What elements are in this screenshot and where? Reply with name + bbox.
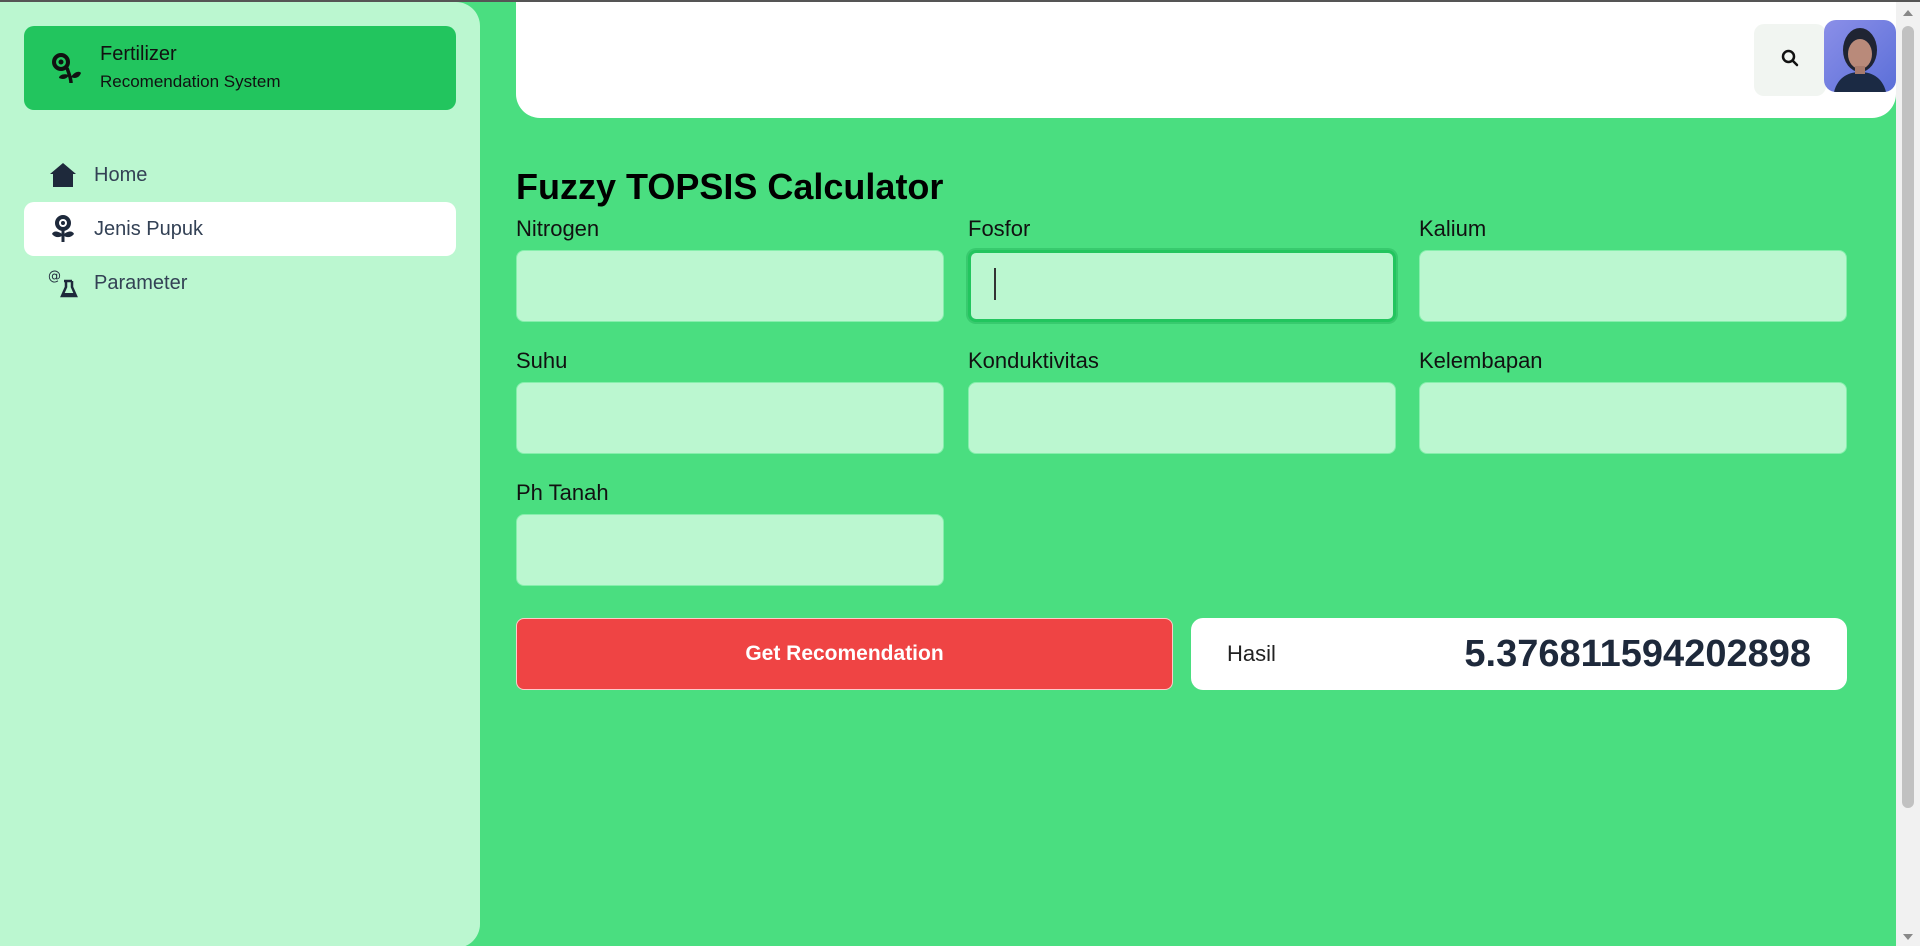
avatar[interactable] [1824, 20, 1896, 92]
flask-icon: @ [48, 268, 78, 298]
result-label: Hasil [1227, 641, 1276, 666]
sidebar-item-label: Jenis Pupuk [94, 217, 203, 240]
scroll-thumb[interactable] [1902, 26, 1914, 808]
fosfor-input[interactable] [968, 250, 1396, 322]
suhu-field-group: Suhu [516, 348, 944, 454]
scrollbar[interactable] [1896, 2, 1920, 946]
svg-text:@: @ [48, 269, 61, 284]
seedling-icon [48, 50, 84, 86]
brand-header[interactable]: Fertilizer Recomendation System [24, 26, 456, 110]
text-caret [994, 268, 996, 300]
ph-tanah-field-group: Ph Tanah [516, 480, 944, 586]
konduktivitas-label: Konduktivitas [968, 348, 1099, 373]
fosfor-label: Fosfor [968, 216, 1031, 241]
sidebar-item-jenis-pupuk[interactable]: Jenis Pupuk [24, 202, 456, 256]
suhu-label: Suhu [516, 348, 568, 373]
result-card: Hasil 5.376811594202898 [1191, 618, 1847, 690]
sidebar-item-label: Home [94, 163, 148, 186]
top-bar [516, 2, 1896, 118]
search-icon [1781, 49, 1799, 72]
brand-title: Fertilizer [100, 43, 177, 65]
get-recomendation-button[interactable]: Get Recomendation [516, 618, 1173, 690]
sidebar-item-label: Parameter [94, 271, 188, 294]
kelembapan-input[interactable] [1419, 382, 1847, 454]
sidebar-item-home[interactable]: Home [24, 148, 456, 202]
scroll-up-arrow-icon[interactable] [1903, 10, 1913, 16]
ph-tanah-label: Ph Tanah [516, 480, 609, 505]
ph-tanah-input[interactable] [516, 514, 944, 586]
kalium-label: Kalium [1419, 216, 1487, 241]
brand-subtitle: Recomendation System [100, 72, 281, 91]
kelembapan-field-group: Kelembapan [1419, 348, 1847, 454]
nitrogen-field-group: Nitrogen [516, 216, 944, 322]
kalium-input[interactable] [1419, 250, 1847, 322]
kelembapan-label: Kelembapan [1419, 348, 1543, 373]
konduktivitas-field-group: Konduktivitas [968, 348, 1396, 454]
sidebar: Fertilizer Recomendation System Home Jen… [0, 2, 480, 946]
home-icon [48, 160, 78, 190]
suhu-input[interactable] [516, 382, 944, 454]
scroll-down-arrow-icon[interactable] [1903, 934, 1913, 940]
search-button[interactable] [1754, 24, 1826, 96]
page-title: Fuzzy TOPSIS Calculator [516, 166, 944, 207]
result-value: 5.376811594202898 [1464, 632, 1811, 675]
sidebar-item-parameter[interactable]: @ Parameter [24, 256, 456, 310]
nitrogen-input[interactable] [516, 250, 944, 322]
fosfor-field-group: Fosfor [968, 216, 1396, 322]
sidebar-nav: Home Jenis Pupuk @ Parameter [24, 148, 456, 310]
nitrogen-label: Nitrogen [516, 216, 600, 241]
plant-icon [48, 214, 78, 244]
kalium-field-group: Kalium [1419, 216, 1847, 322]
konduktivitas-input[interactable] [968, 382, 1396, 454]
